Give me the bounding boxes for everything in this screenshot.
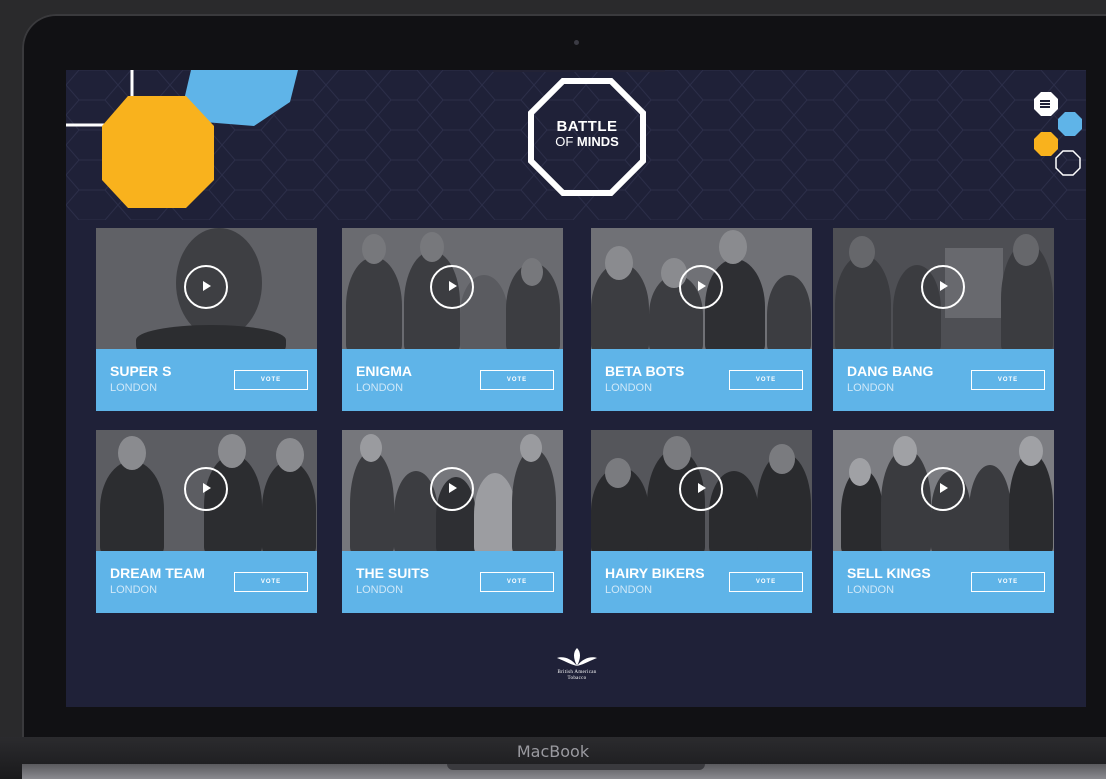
team-card: ENIGMA LONDON VOTE: [342, 228, 563, 411]
team-card: THE SUITS LONDON VOTE: [342, 430, 563, 613]
play-icon[interactable]: [921, 467, 965, 511]
team-name: DREAM TEAM: [110, 565, 205, 581]
vote-button[interactable]: VOTE: [480, 370, 554, 390]
hamburger-icon[interactable]: [1037, 98, 1053, 110]
team-photo[interactable]: [342, 228, 563, 349]
team-info: HAIRY BIKERS LONDON VOTE: [591, 551, 812, 613]
team-city: LONDON: [356, 584, 404, 596]
team-photo[interactable]: [96, 430, 317, 551]
app-screen: BATTLE OF MINDS SUPER S LONDON VOTE ENIG…: [66, 70, 1086, 707]
team-card: DREAM TEAM LONDON VOTE: [96, 430, 317, 613]
logo-line-2-bold: MINDS: [576, 134, 619, 149]
team-info: ENIGMA LONDON VOTE: [342, 349, 563, 411]
vote-button[interactable]: VOTE: [971, 370, 1045, 390]
team-photo[interactable]: [342, 430, 563, 551]
team-name: HAIRY BIKERS: [605, 565, 705, 581]
play-icon[interactable]: [430, 265, 474, 309]
team-city: LONDON: [110, 382, 158, 394]
vote-button[interactable]: VOTE: [234, 572, 308, 592]
team-card: BETA BOTS LONDON VOTE: [591, 228, 812, 411]
sponsor-line-2: Tobacco: [567, 676, 587, 681]
team-city: LONDON: [605, 584, 653, 596]
vote-button[interactable]: VOTE: [480, 572, 554, 592]
vote-button[interactable]: VOTE: [729, 572, 803, 592]
play-icon[interactable]: [679, 467, 723, 511]
sponsor-logo: British American Tobacco: [537, 646, 617, 696]
team-name: ENIGMA: [356, 363, 412, 379]
team-city: LONDON: [356, 382, 404, 394]
team-city: LONDON: [110, 584, 158, 596]
camera-notch: [493, 70, 665, 72]
team-info: THE SUITS LONDON VOTE: [342, 551, 563, 613]
device-brand-label: MacBook: [516, 742, 590, 761]
team-name: SELL KINGS: [847, 565, 931, 581]
logo-line-2: OF MINDS: [525, 134, 649, 149]
team-name: SUPER S: [110, 363, 172, 379]
decorative-octagons: [66, 70, 298, 208]
play-icon[interactable]: [184, 467, 228, 511]
logo-text: BATTLE OF MINDS: [525, 119, 649, 149]
team-name: DANG BANG: [847, 363, 934, 379]
team-info: SUPER S LONDON VOTE: [96, 349, 317, 411]
team-name: BETA BOTS: [605, 363, 685, 379]
team-info: DANG BANG LONDON VOTE: [833, 349, 1054, 411]
play-icon[interactable]: [921, 265, 965, 309]
menu-cluster: [1032, 88, 1086, 180]
team-card: DANG BANG LONDON VOTE: [833, 228, 1054, 411]
team-city: LONDON: [847, 382, 895, 394]
vote-button[interactable]: VOTE: [729, 370, 803, 390]
leaf-emblem-icon: [557, 648, 597, 666]
play-icon[interactable]: [430, 467, 474, 511]
team-card: SELL KINGS LONDON VOTE: [833, 430, 1054, 613]
team-photo[interactable]: [591, 228, 812, 349]
team-photo[interactable]: [833, 228, 1054, 349]
camera-icon: [574, 40, 579, 45]
team-card: SUPER S LONDON VOTE: [96, 228, 317, 411]
team-card: HAIRY BIKERS LONDON VOTE: [591, 430, 812, 613]
team-city: LONDON: [847, 584, 895, 596]
vote-button[interactable]: VOTE: [971, 572, 1045, 592]
laptop-base-notch: [447, 764, 705, 770]
logo-line-1: BATTLE: [556, 118, 618, 135]
battle-of-minds-logo[interactable]: BATTLE OF MINDS: [525, 75, 649, 199]
team-photo[interactable]: [591, 430, 812, 551]
vote-button[interactable]: VOTE: [234, 370, 308, 390]
team-info: BETA BOTS LONDON VOTE: [591, 349, 812, 411]
team-photo[interactable]: [96, 228, 317, 349]
team-city: LONDON: [605, 382, 653, 394]
play-icon[interactable]: [184, 265, 228, 309]
team-info: DREAM TEAM LONDON VOTE: [96, 551, 317, 613]
team-info: SELL KINGS LONDON VOTE: [833, 551, 1054, 613]
logo-line-2-prefix: OF: [555, 134, 574, 149]
play-icon[interactable]: [679, 265, 723, 309]
team-photo[interactable]: [833, 430, 1054, 551]
team-name: THE SUITS: [356, 565, 430, 581]
